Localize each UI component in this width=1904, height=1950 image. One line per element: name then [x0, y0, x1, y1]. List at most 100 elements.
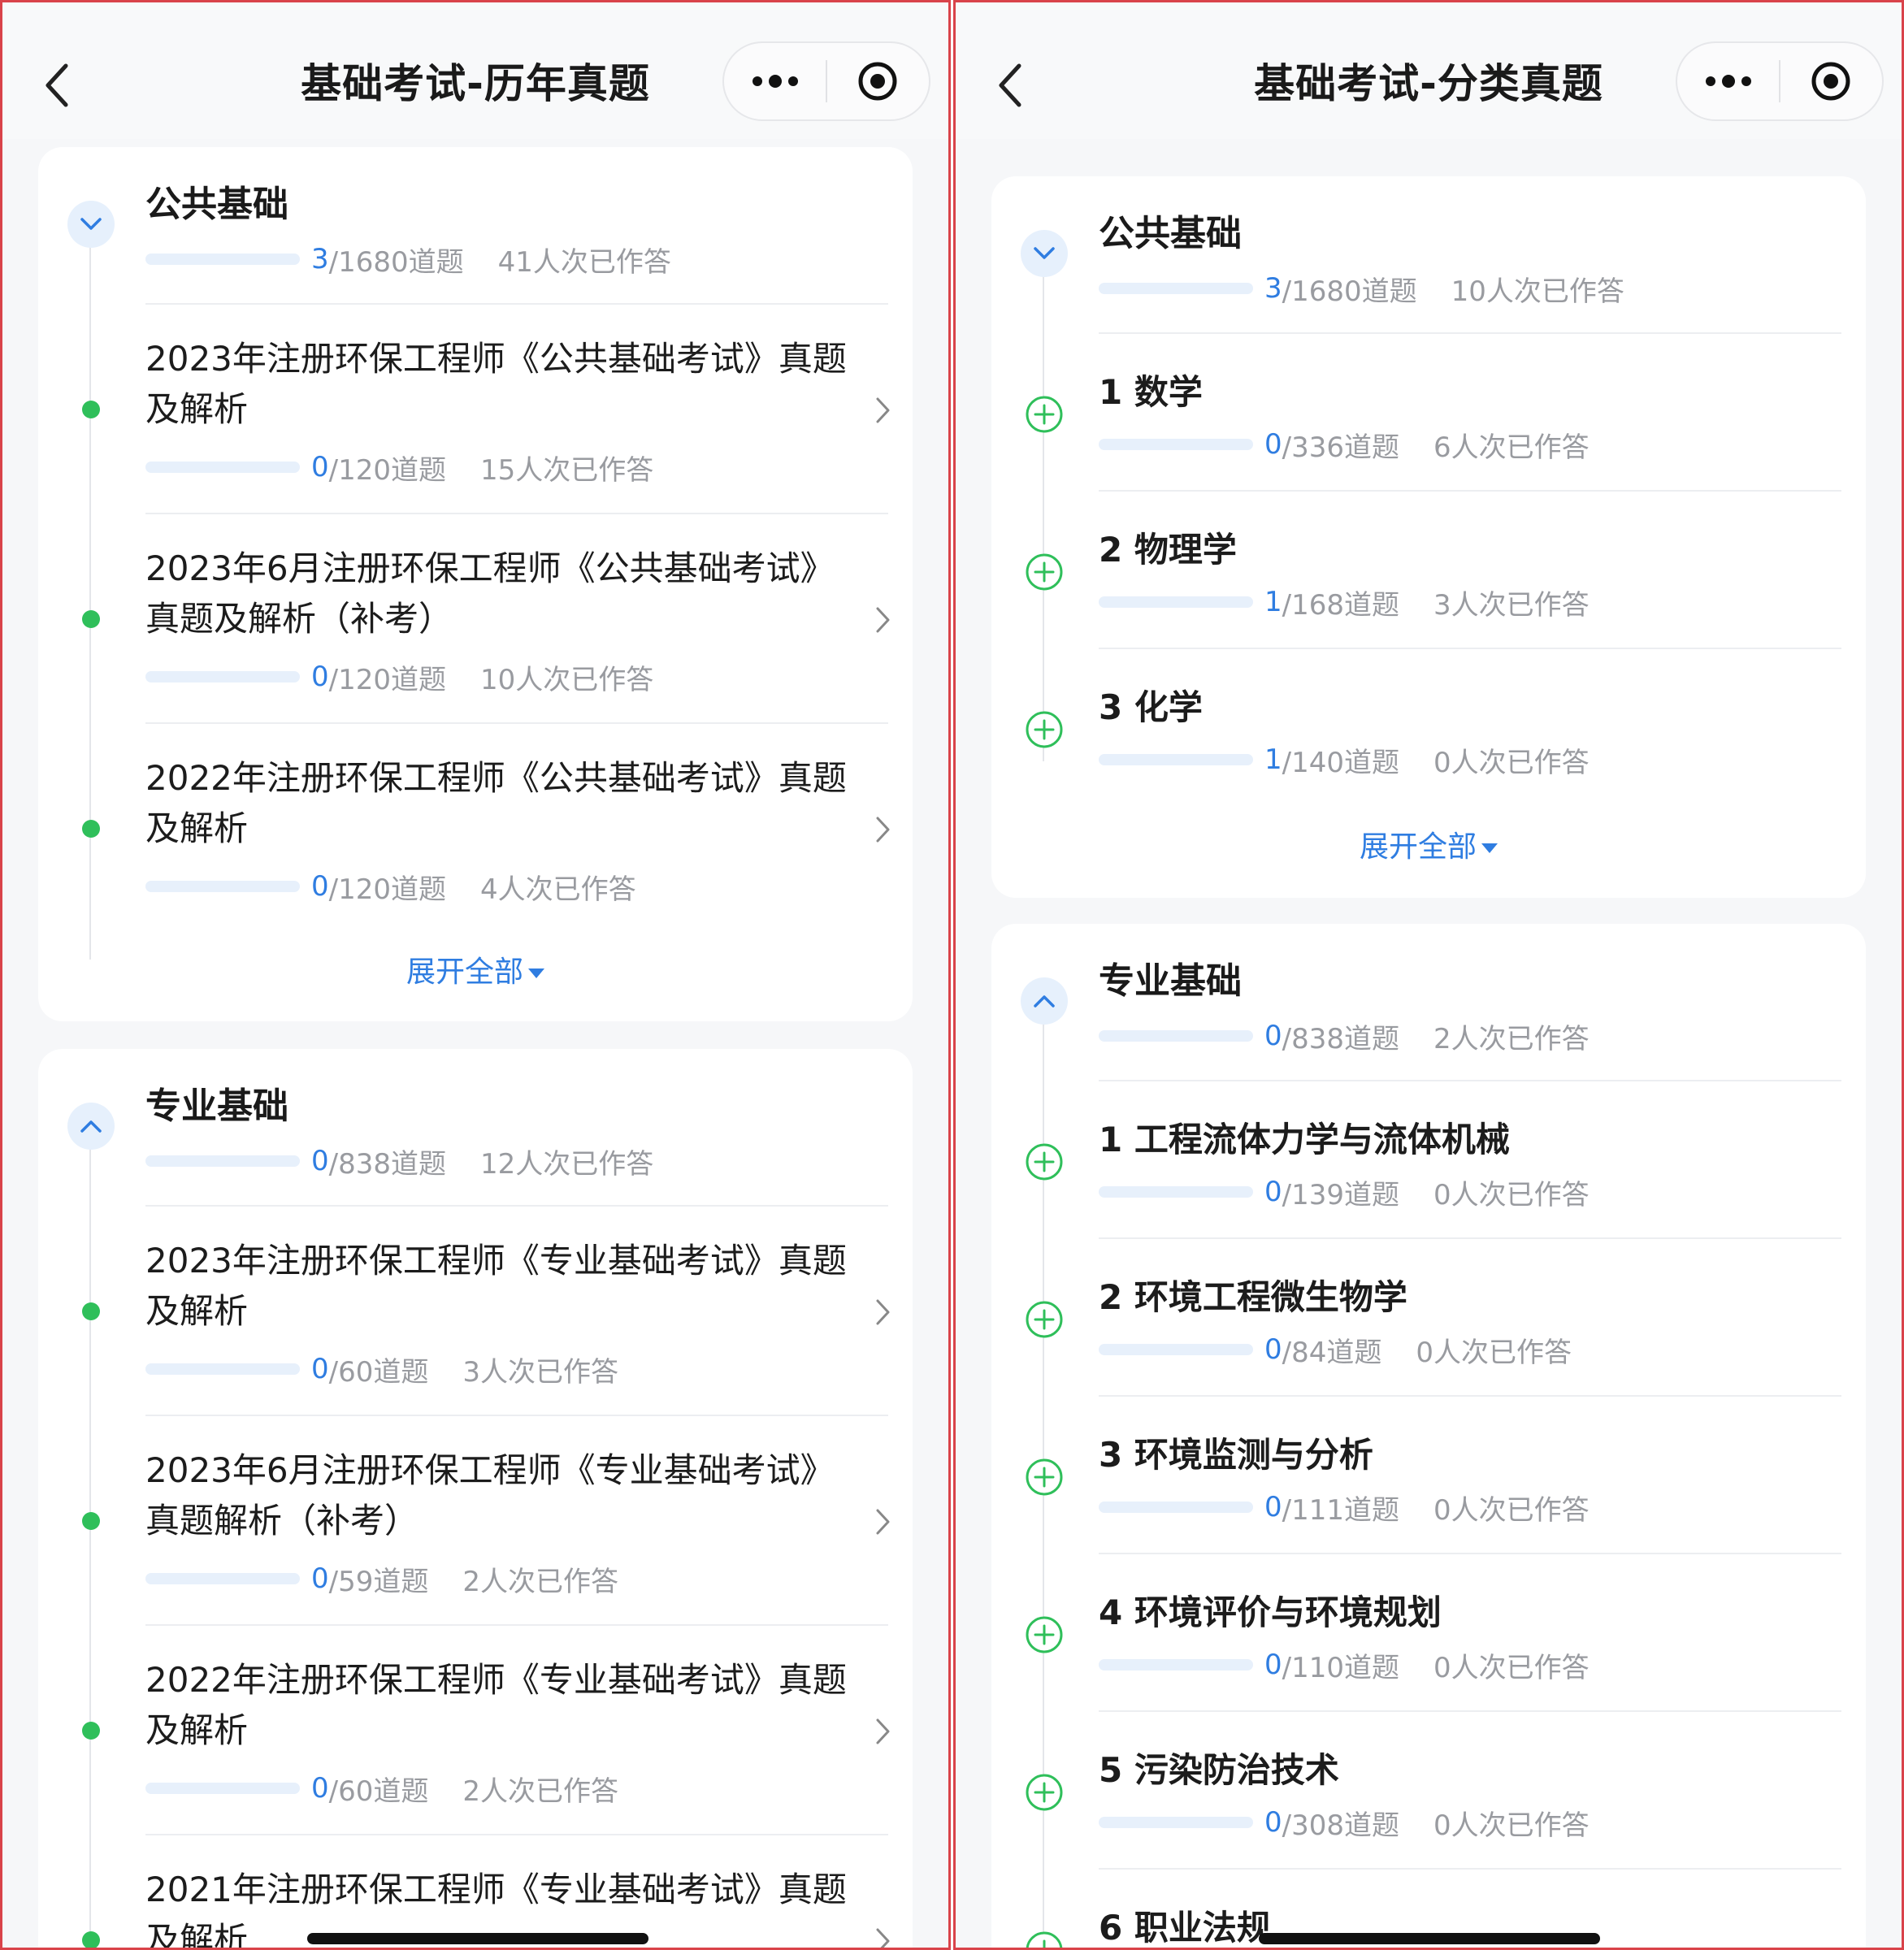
target-icon — [1811, 62, 1850, 101]
plus-circle-icon[interactable] — [1024, 709, 1065, 750]
category-title: 5 污染防治技术 — [1099, 1750, 1339, 1790]
done-count: 3 — [1264, 272, 1282, 305]
more-dots-icon — [1705, 75, 1751, 88]
divider — [145, 1205, 888, 1207]
plus-circle-icon[interactable] — [1024, 1614, 1065, 1655]
group-expand-toggle[interactable] — [1021, 977, 1068, 1025]
group-card-professional: 专业基础 0/838道题 2人次已作答 1 工程流体力学与流体机械 0/139道… — [991, 924, 1866, 1950]
total-count: /120道题 — [328, 663, 446, 696]
status-dot — [82, 1722, 100, 1740]
plus-circle-icon[interactable] — [1024, 1772, 1065, 1813]
divider — [1099, 1710, 1841, 1712]
more-button[interactable] — [1677, 42, 1779, 120]
category-title: 2 环境工程微生物学 — [1099, 1277, 1407, 1317]
answered-count: 6人次已作答 — [1433, 431, 1590, 464]
chevron-right-icon — [876, 607, 890, 633]
answered-count: 2人次已作答 — [1433, 1022, 1590, 1055]
navbar: 基础考试-分类真题 — [956, 2, 1902, 139]
chevron-right-icon — [876, 817, 890, 843]
category-title: 4 环境评价与环境规划 — [1099, 1592, 1442, 1632]
group-stats: 3/1680道题 41人次已作答 — [145, 243, 671, 279]
expand-all-button[interactable]: 展开全部 — [38, 948, 913, 990]
chevron-down-icon — [1034, 247, 1055, 259]
item-title: 2023年6月注册环保工程师《公共基础考试》 真题及解析（补考） — [145, 548, 835, 639]
plus-circle-icon[interactable] — [1024, 552, 1065, 592]
total-count: /120道题 — [328, 453, 446, 487]
expand-all-label: 展开全部 — [1359, 830, 1477, 864]
done-count: 0 — [311, 1353, 329, 1385]
total-count: /110道题 — [1282, 1651, 1399, 1684]
progress-bar — [145, 462, 300, 473]
expand-all-button[interactable]: 展开全部 — [991, 823, 1866, 865]
plus-circle-icon[interactable] — [1024, 394, 1065, 435]
divider — [1099, 490, 1841, 492]
status-dot — [82, 1512, 100, 1530]
done-count: 0 — [311, 1772, 329, 1805]
answered-count: 15人次已作答 — [480, 453, 654, 487]
group-title: 专业基础 — [1099, 960, 1242, 1002]
plus-circle-icon[interactable] — [1024, 1299, 1065, 1340]
divider — [145, 1415, 888, 1416]
group-collapse-toggle[interactable] — [67, 201, 115, 248]
item-stats: 0/120道题 15人次已作答 — [145, 451, 653, 487]
left-screen: 基础考试-历年真题 公共基础 3/1680道题 41人次已作答 2023年注册环… — [0, 0, 951, 1950]
done-count: 0 — [311, 1562, 329, 1595]
done-count: 0 — [311, 451, 329, 483]
timeline-line — [89, 228, 91, 960]
group-card-public: 公共基础 3/1680道题 10人次已作答 1 数学 0/336道题 6人次已作… — [991, 176, 1866, 898]
group-stats: 0/838道题 2人次已作答 — [1099, 1020, 1590, 1055]
done-count: 1 — [1264, 743, 1282, 776]
total-count: /308道题 — [1282, 1809, 1399, 1842]
category-title: 2 物理学 — [1099, 530, 1237, 570]
item-stats: 0/110道题 0人次已作答 — [1099, 1649, 1590, 1684]
plus-circle-icon[interactable] — [1024, 1142, 1065, 1182]
progress-bar — [145, 671, 300, 682]
timeline-line — [1043, 258, 1044, 761]
group-card-professional: 专业基础 0/838道题 12人次已作答 2023年注册环保工程师《专业基础考试… — [38, 1049, 913, 1948]
progress-bar — [1099, 1502, 1253, 1513]
close-mini-program-button[interactable] — [827, 42, 929, 120]
done-count: 0 — [1264, 1176, 1282, 1208]
divider — [145, 513, 888, 514]
progress-bar — [1099, 1659, 1253, 1670]
done-count: 0 — [1264, 1491, 1282, 1523]
done-count: 1 — [1264, 586, 1282, 618]
item-stats: 0/111道题 0人次已作答 — [1099, 1491, 1590, 1527]
plus-circle-icon[interactable] — [1024, 1930, 1065, 1950]
total-count: /336道题 — [1282, 431, 1399, 464]
total-count: /1680道题 — [328, 245, 464, 279]
status-dot — [82, 820, 100, 838]
triangle-down-icon — [528, 968, 544, 978]
total-count: /139道题 — [1282, 1178, 1399, 1211]
done-count: 0 — [311, 661, 329, 693]
status-dot — [82, 1931, 100, 1948]
item-title: 2022年注册环保工程师《专业基础考试》真题 及解析 — [145, 1660, 847, 1750]
close-mini-program-button[interactable] — [1780, 42, 1882, 120]
answered-count: 2人次已作答 — [462, 1565, 618, 1598]
category-title: 3 环境监测与分析 — [1099, 1435, 1373, 1475]
chevron-right-icon — [876, 1299, 890, 1325]
progress-bar — [1099, 439, 1253, 450]
total-count: /838道题 — [1282, 1022, 1399, 1055]
group-expand-toggle[interactable] — [67, 1103, 115, 1150]
group-collapse-toggle[interactable] — [1021, 230, 1068, 277]
total-count: /84道题 — [1282, 1336, 1382, 1369]
progress-bar — [1099, 1186, 1253, 1198]
chevron-down-icon — [80, 218, 102, 230]
total-count: /168道题 — [1282, 588, 1399, 622]
total-count: /838道题 — [328, 1147, 446, 1181]
divider — [1099, 1868, 1841, 1870]
plus-circle-icon[interactable] — [1024, 1457, 1065, 1497]
progress-bar — [145, 1573, 300, 1584]
triangle-down-icon — [1481, 843, 1498, 853]
mini-program-capsule — [722, 41, 930, 121]
done-count: 3 — [311, 243, 329, 275]
total-count: /111道题 — [1282, 1493, 1399, 1527]
status-dot — [82, 1302, 100, 1320]
answered-count: 4人次已作答 — [480, 873, 636, 906]
progress-bar — [145, 1783, 300, 1794]
answered-count: 41人次已作答 — [497, 245, 671, 279]
progress-bar — [1099, 283, 1253, 294]
target-icon — [858, 62, 897, 101]
more-button[interactable] — [724, 42, 826, 120]
